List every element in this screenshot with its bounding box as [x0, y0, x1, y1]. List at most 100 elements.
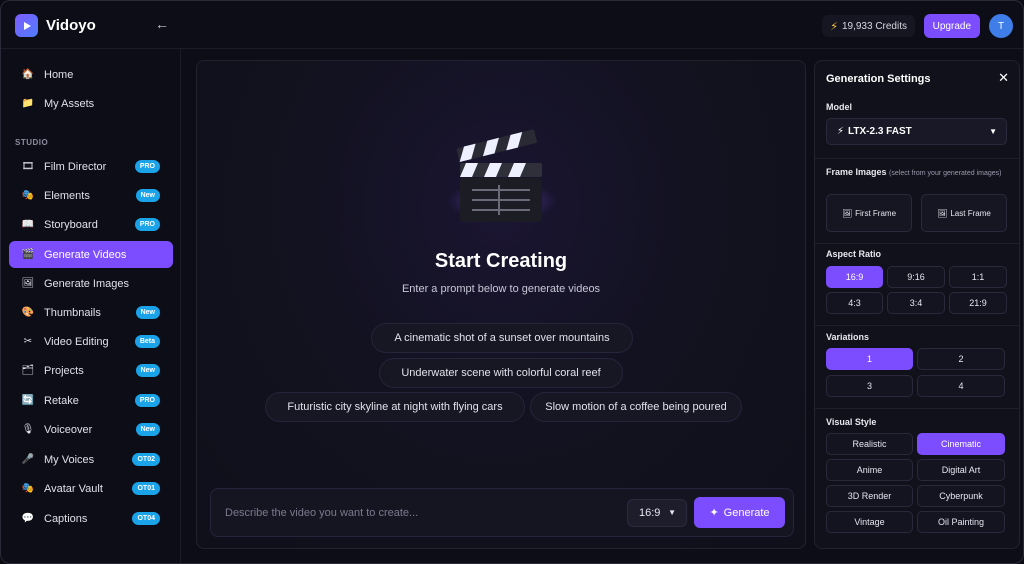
model-label: Model	[826, 102, 852, 112]
style-option-cyberpunk[interactable]: Cyberpunk	[917, 485, 1005, 507]
sidebar-item-projects[interactable]: 🗂 Projects New	[9, 357, 173, 384]
sidebar-item-generate-videos[interactable]: 🎬 Generate Videos	[9, 241, 173, 268]
brand-name: Vidoyo	[46, 17, 96, 34]
variations-label: Variations	[826, 332, 870, 342]
sidebar-item-label: Generate Images	[44, 277, 129, 290]
speech-bubble-icon: 💬	[21, 513, 35, 524]
image-icon: 🖼	[937, 208, 948, 218]
sidebar-item-video-editing[interactable]: ✂ Video Editing Beta	[9, 328, 173, 355]
count-badge: OT04	[132, 512, 160, 525]
sidebar-item-label: Storyboard	[44, 218, 98, 231]
aspect-option-4-3[interactable]: 4:3	[826, 292, 883, 314]
chevron-down-icon: ▼	[989, 127, 997, 136]
sidebar-item-label: Retake	[44, 394, 79, 407]
aspect-option-1-1[interactable]: 1:1	[949, 266, 1007, 288]
generate-button[interactable]: ✦ Generate	[694, 497, 785, 528]
sidebar-item-thumbnails[interactable]: 🎨 Thumbnails New	[9, 299, 173, 326]
sidebar-item-elements[interactable]: 🎭 Elements New	[9, 182, 173, 209]
sidebar-item-label: Home	[44, 68, 74, 81]
suggestion-chip[interactable]: Underwater scene with colorful coral ree…	[379, 358, 623, 388]
aspect-option-9-16[interactable]: 9:16	[887, 266, 945, 288]
brand[interactable]: Vidoyo	[15, 14, 96, 37]
suggestion-chip[interactable]: Futuristic city skyline at night with fl…	[265, 392, 525, 422]
variation-option-1[interactable]: 1	[826, 348, 913, 370]
top-bar: Vidoyo ← ⚡ 19,933 Credits Upgrade T	[1, 1, 1023, 49]
sidebar-item-label: Generate Videos	[44, 248, 127, 261]
avatar[interactable]: T	[989, 14, 1013, 38]
divider	[815, 158, 1019, 159]
count-badge: OT02	[132, 453, 160, 466]
mask-icon: 🎭	[21, 483, 35, 494]
generate-label: Generate	[723, 506, 770, 519]
palette-icon: 🎨	[21, 307, 35, 318]
frame-images-label: Frame Images (select from your generated…	[826, 166, 1011, 180]
variation-option-3[interactable]: 3	[826, 375, 913, 397]
home-icon: 🏠	[21, 69, 35, 80]
last-frame-button[interactable]: 🖼 Last Frame	[921, 194, 1007, 232]
variation-option-2[interactable]: 2	[917, 348, 1005, 370]
aspect-option-3-4[interactable]: 3:4	[887, 292, 945, 314]
clapperboard-icon: 🎬	[21, 249, 35, 260]
credits-text: 19,933 Credits	[841, 20, 907, 32]
style-option-cinematic[interactable]: Cinematic	[917, 433, 1005, 455]
sidebar-item-home[interactable]: 🏠 Home	[9, 61, 173, 88]
sidebar-item-film-director[interactable]: 🎞 Film Director PRO	[9, 153, 173, 180]
upgrade-button[interactable]: Upgrade	[923, 14, 980, 38]
pro-badge: PRO	[134, 160, 160, 173]
sparkle-icon: ✦	[709, 507, 719, 519]
style-option-oil-painting[interactable]: Oil Painting	[917, 511, 1005, 533]
frame-images-title: Frame Images	[826, 167, 887, 177]
sidebar-item-label: Avatar Vault	[44, 482, 103, 495]
suggestion-chip[interactable]: A cinematic shot of a sunset over mounta…	[371, 323, 633, 353]
sidebar-item-voiceover[interactable]: 🎙 Voiceover New	[9, 416, 173, 443]
book-icon: 📖	[21, 219, 35, 230]
sidebar-item-my-assets[interactable]: 📁 My Assets	[9, 90, 173, 117]
chevron-down-icon: ▼	[668, 508, 676, 517]
style-option-realistic[interactable]: Realistic	[826, 433, 913, 455]
image-icon: 🖼	[841, 208, 853, 218]
sidebar-item-label: Video Editing	[44, 335, 109, 348]
style-option-digital-art[interactable]: Digital Art	[917, 459, 1005, 481]
model-select[interactable]: ⚡ LTX-2.3 FAST ▼	[826, 118, 1007, 145]
credits-display: ⚡ 19,933 Credits	[822, 15, 915, 37]
mic-icon: 🎤	[21, 454, 35, 465]
prompt-input[interactable]	[225, 489, 605, 536]
new-badge: New	[135, 189, 160, 202]
divider	[815, 243, 1019, 244]
variation-option-4[interactable]: 4	[917, 375, 1005, 397]
sidebar-item-retake[interactable]: 🔄 Retake PRO	[9, 387, 173, 414]
collapse-sidebar-icon[interactable]: ←	[155, 16, 169, 32]
close-icon[interactable]: ✕	[998, 70, 1009, 86]
sidebar-item-generate-images[interactable]: 🖼 Generate Images	[9, 270, 173, 297]
divider	[815, 408, 1019, 409]
new-badge: New	[135, 423, 160, 436]
scissors-icon: ✂	[23, 336, 33, 347]
play-logo-icon	[15, 14, 38, 37]
main-panel: Start Creating Enter a prompt below to g…	[196, 60, 806, 549]
style-option-vintage[interactable]: Vintage	[826, 511, 913, 533]
sidebar: 🏠 Home 📁 My Assets STUDIO 🎞 Film Directo…	[1, 49, 181, 563]
aspect-option-21-9[interactable]: 21:9	[949, 292, 1007, 314]
elements-icon: 🎭	[21, 190, 35, 201]
sidebar-item-storyboard[interactable]: 📖 Storyboard PRO	[9, 211, 173, 238]
beta-badge: Beta	[134, 335, 160, 348]
sidebar-item-my-voices[interactable]: 🎤 My Voices OT02	[9, 446, 173, 473]
clapperboard-icon	[456, 129, 542, 222]
generation-settings-panel: Generation Settings ✕ Model ⚡ LTX-2.3 FA…	[814, 60, 1020, 549]
projects-icon: 🗂	[21, 365, 35, 376]
aspect-option-16-9[interactable]: 16:9	[826, 266, 883, 288]
style-option-anime[interactable]: Anime	[826, 459, 913, 481]
sidebar-item-avatar-vault[interactable]: 🎭 Avatar Vault OT01	[9, 475, 173, 502]
sidebar-item-label: Captions	[44, 512, 88, 525]
sidebar-item-captions[interactable]: 💬 Captions OT04	[9, 505, 173, 532]
sidebar-item-label: Projects	[44, 364, 84, 377]
aspect-ratio-select[interactable]: 16:9 ▼	[627, 499, 687, 527]
suggestion-chip[interactable]: Slow motion of a coffee being poured	[530, 392, 742, 422]
page-title: Start Creating	[434, 250, 568, 272]
model-value: LTX-2.3 FAST	[848, 126, 912, 137]
style-option-3d-render[interactable]: 3D Render	[826, 485, 913, 507]
lightning-icon: ⚡	[830, 20, 838, 33]
first-frame-label: First Frame	[855, 208, 897, 218]
first-frame-button[interactable]: 🖼 First Frame	[826, 194, 912, 232]
count-badge: OT01	[132, 482, 160, 495]
